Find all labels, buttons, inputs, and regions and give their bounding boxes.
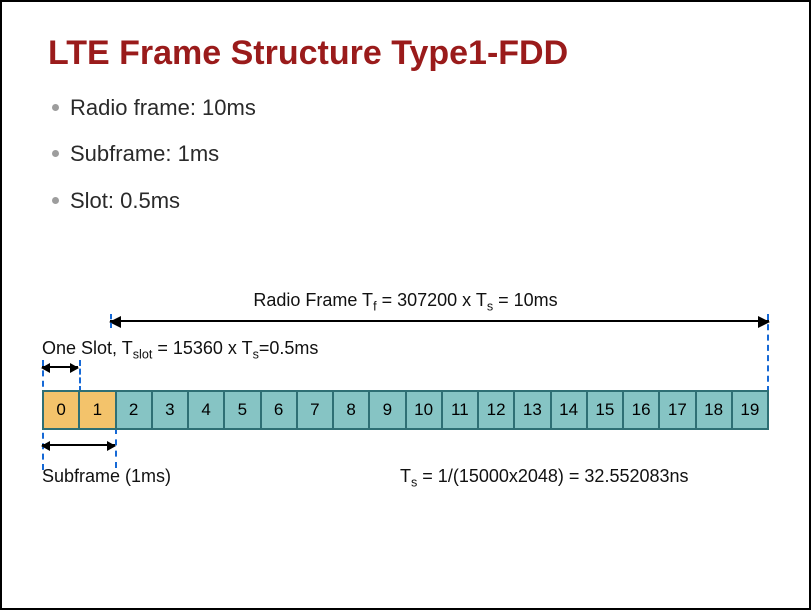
slot-cell: 6: [262, 392, 298, 428]
slot-cell: 17: [660, 392, 696, 428]
slot-cell: 4: [189, 392, 225, 428]
guide-line: [767, 314, 769, 392]
slot-cell: 2: [117, 392, 153, 428]
bullet-item: Radio frame: 10ms: [70, 95, 769, 121]
slide: LTE Frame Structure Type1-FDD Radio fram…: [0, 0, 811, 610]
slot-cell: 16: [624, 392, 660, 428]
guide-line: [110, 314, 112, 328]
slot-cell: 13: [515, 392, 551, 428]
slot-strip: 0 1 2 3 4 5 6 7 8 9 10 11 12 13 14 15 16…: [42, 390, 769, 430]
ts-formula: Ts = 1/(15000x2048) = 32.552083ns: [400, 466, 689, 490]
subframe-arrow: [42, 444, 115, 446]
slot-cell: 3: [153, 392, 189, 428]
slot-cell: 0: [44, 392, 80, 428]
subframe-label: Subframe (1ms): [42, 466, 171, 487]
slot-cell: 15: [588, 392, 624, 428]
one-slot-label: One Slot, Tslot = 15360 x Ts=0.5ms: [42, 338, 318, 362]
radio-frame-label: Radio Frame Tf = 307200 x Ts = 10ms: [42, 290, 769, 314]
slide-title: LTE Frame Structure Type1-FDD: [48, 34, 769, 73]
slot-cell: 5: [225, 392, 261, 428]
slot-cell: 7: [298, 392, 334, 428]
guide-line: [79, 360, 81, 392]
radio-frame-arrow: [110, 320, 769, 322]
bullet-list: Radio frame: 10ms Subframe: 1ms Slot: 0.…: [42, 95, 769, 214]
slot-cell: 8: [334, 392, 370, 428]
slot-cell: 14: [552, 392, 588, 428]
slot-cell: 1: [80, 392, 116, 428]
slot-cell: 12: [479, 392, 515, 428]
slot-cell: 11: [443, 392, 479, 428]
slot-cell: 18: [697, 392, 733, 428]
bullet-item: Subframe: 1ms: [70, 141, 769, 167]
one-slot-arrow: [42, 366, 78, 368]
slot-cell: 9: [370, 392, 406, 428]
slot-cell: 10: [407, 392, 443, 428]
slot-cell: 19: [733, 392, 767, 428]
bullet-item: Slot: 0.5ms: [70, 188, 769, 214]
